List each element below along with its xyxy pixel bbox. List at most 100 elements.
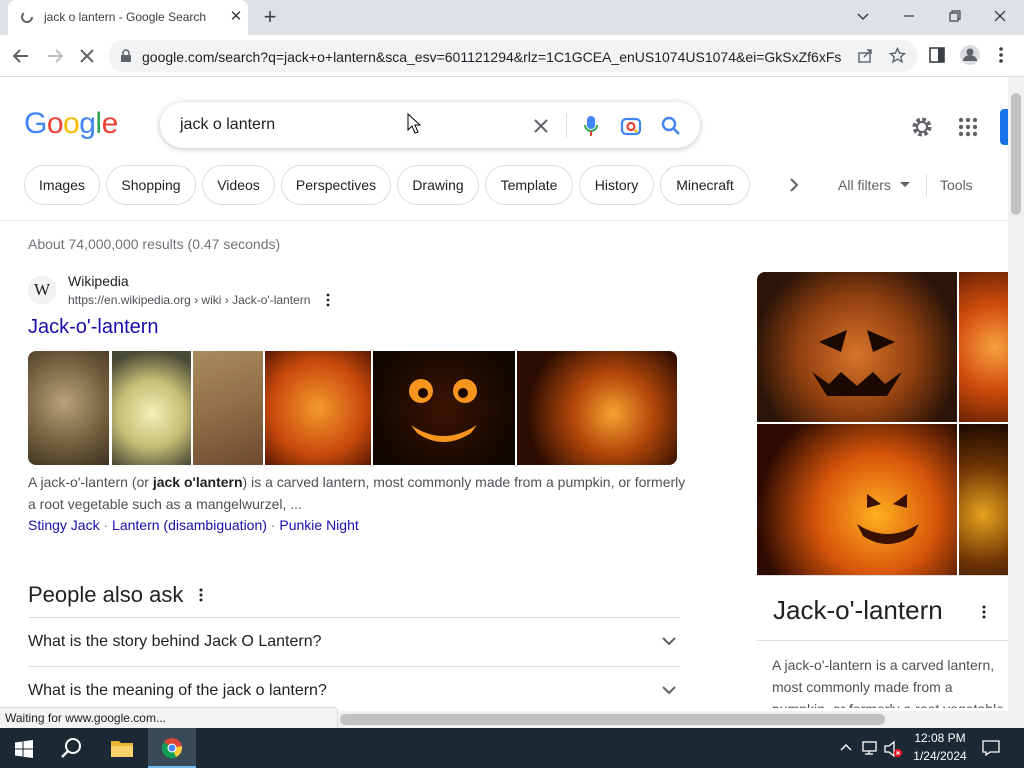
vintage-jack-image[interactable] [193,351,263,465]
arrow-right-icon [48,49,64,63]
carved-pumpkin-image[interactable] [757,272,957,422]
search-icon[interactable] [660,115,682,137]
chip-videos[interactable]: Videos [202,165,275,205]
tab-strip: jack o lantern - Google Search ✕ + [0,0,1024,35]
settings-gear-icon[interactable] [910,115,934,139]
more-vert-icon[interactable] [980,604,988,620]
url-text: google.com/search?q=jack+o+lantern&sca_e… [142,49,842,65]
glowing-pumpkin-image[interactable] [517,351,677,465]
knowledge-panel-title: Jack-o'-lantern [773,595,943,625]
chip-minecraft[interactable]: Minecraft [660,165,750,205]
restore-icon [949,10,961,22]
address-bar[interactable]: google.com/search?q=jack+o+lantern&sca_e… [108,40,918,72]
pumpkin-image[interactable] [959,424,1008,575]
browser-toolbar: google.com/search?q=jack+o+lantern&sca_e… [0,35,1024,77]
scrollbar-thumb[interactable] [340,714,885,725]
knowledge-panel-images [757,272,1008,575]
clear-search-icon[interactable] [533,118,549,134]
star-icon[interactable] [889,47,906,64]
turnip-lantern-image[interactable] [28,351,109,465]
chevron-down-icon [662,686,676,695]
notifications-icon[interactable] [982,740,1000,756]
pumpkin-group-image[interactable] [757,424,957,575]
dropdown-arrow-icon [900,182,910,187]
more-vert-icon[interactable] [197,587,205,603]
chip-shopping[interactable]: Shopping [106,165,196,205]
search-box[interactable]: jack o lantern [160,102,700,148]
close-icon [994,10,1006,22]
header-divider [0,220,1008,221]
carved-turnip-image[interactable] [112,351,191,465]
chip-perspectives[interactable]: Perspectives [281,165,391,205]
network-icon[interactable] [862,740,880,756]
classic-face-pumpkin-image[interactable] [373,351,515,465]
paa-question[interactable]: What is the story behind Jack O Lantern? [28,617,680,666]
scrollbar-thumb[interactable] [1011,93,1021,215]
windows-start-icon[interactable] [15,740,33,758]
sitelink-punkie-night[interactable]: Punkie Night [279,517,358,533]
search-input[interactable]: jack o lantern [180,116,275,134]
pumpkin-face-icon [812,330,902,396]
pumpkin-face-icon [857,494,919,544]
search-icon[interactable] [61,737,83,759]
share-icon[interactable] [857,48,873,64]
knowledge-panel-description: A jack-o'-lantern is a carved lantern, m… [772,657,1004,708]
mouse-cursor-icon [407,113,421,134]
pumpkin-image[interactable] [959,272,1008,422]
lens-camera-icon[interactable] [620,115,642,137]
sitelinks: Stingy Jack · Lantern (disambiguation) ·… [28,517,359,533]
chevron-right-icon[interactable] [786,177,802,193]
profile-avatar-icon[interactable] [959,44,981,66]
google-logo[interactable]: Google [24,107,118,141]
stop-loading-button[interactable] [74,43,100,69]
apps-grid-icon[interactable] [958,117,978,137]
chip-drawing[interactable]: Drawing [397,165,479,205]
back-button[interactable] [8,43,34,69]
result-title-link[interactable]: Jack-o'-lantern [28,316,159,339]
side-panel-icon[interactable] [929,47,945,63]
all-filters-button[interactable]: All filters [838,177,891,193]
tools-button[interactable]: Tools [940,177,973,193]
rip-pumpkin-image[interactable] [265,351,371,465]
result-snippet: A jack-o'-lantern (or jack o'lantern) is… [28,474,686,512]
chip-template[interactable]: Template [485,165,573,205]
close-window-button[interactable] [986,4,1014,28]
windows-taskbar [0,728,1024,768]
chip-images[interactable]: Images [24,165,100,205]
arrow-left-icon [12,49,28,63]
browser-tab[interactable]: jack o lantern - Google Search ✕ [8,0,248,35]
volume-muted-icon[interactable] [884,740,904,758]
divider [757,575,1008,576]
more-vert-icon[interactable] [997,46,1005,64]
restore-button[interactable] [941,4,969,28]
result-stats: About 74,000,000 results (0.47 seconds) [28,236,281,252]
microphone-icon[interactable] [583,114,599,138]
chevron-down-icon [857,13,869,21]
tab-close-button[interactable]: ✕ [228,9,244,25]
result-site-name[interactable]: Wikipedia [68,273,129,289]
clock-time[interactable]: 12:08 PM [912,731,968,745]
sign-in-button[interactable] [1000,109,1008,145]
vertical-scrollbar[interactable] [1008,77,1024,728]
sitelink-stingy-jack[interactable]: Stingy Jack [28,517,100,533]
status-bubble: Waiting for www.google.com... [0,707,338,729]
tab-search-button[interactable] [849,4,877,28]
new-tab-button[interactable]: + [260,5,280,29]
result-image-strip [28,351,677,465]
tab-title: jack o lantern - Google Search [44,10,207,24]
clock-date[interactable]: 1/24/2024 [912,749,968,763]
forward-button[interactable] [42,43,68,69]
sitelink-lantern[interactable]: Lantern (disambiguation) [112,517,267,533]
result-url[interactable]: https://en.wikipedia.org › wiki › Jack-o… [68,293,310,307]
file-explorer-icon[interactable] [110,738,134,758]
chip-history[interactable]: History [579,165,654,205]
chrome-taskbar-button[interactable] [148,728,196,768]
chevron-up-icon[interactable] [840,743,852,751]
divider [926,174,927,196]
more-vert-icon[interactable] [324,293,332,307]
minimize-icon [904,15,914,17]
minimize-button[interactable] [895,4,923,28]
chevron-down-icon [662,637,676,646]
lock-icon [121,49,131,62]
people-also-ask-heading: People also ask [28,582,184,607]
